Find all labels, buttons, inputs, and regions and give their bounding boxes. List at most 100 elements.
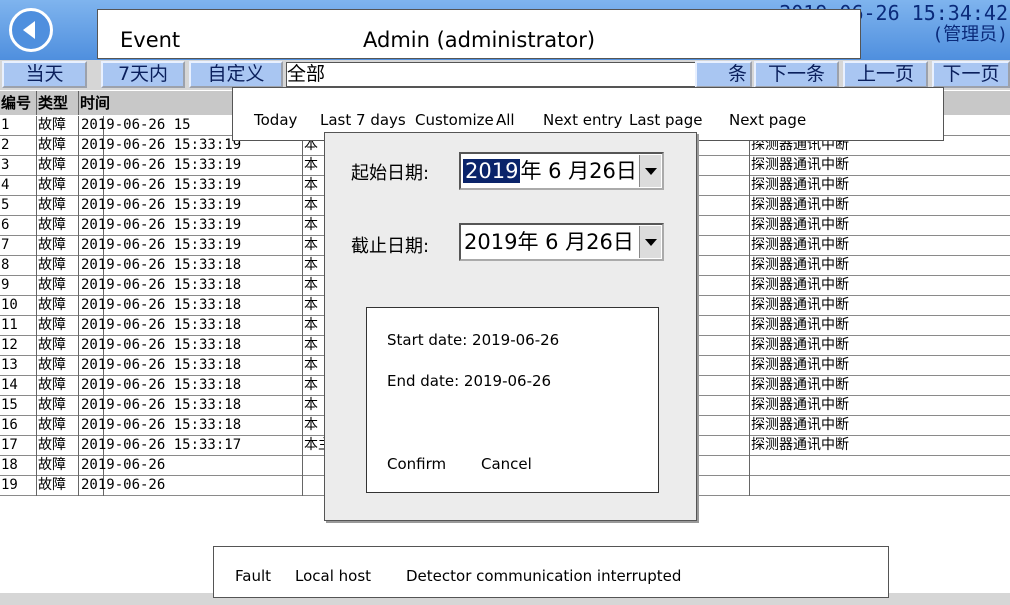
col-divider — [78, 216, 79, 236]
cell-type: 故障 — [38, 317, 66, 333]
cell-time: 2019-06-26 — [81, 477, 166, 493]
overlay-next-entry: Next entry — [543, 111, 623, 129]
col-divider — [78, 416, 79, 436]
end-date-picker[interactable]: 2019年 6 月26日 — [459, 223, 664, 261]
cell-id: 10 — [1, 297, 18, 313]
cell-desc: 探测器通讯中断 — [751, 197, 849, 213]
cell-type: 故障 — [38, 177, 66, 193]
prev-page-button[interactable]: 上一页 — [843, 61, 928, 88]
cell-time: 2019-06-26 15:33:18 — [81, 337, 242, 353]
col-divider — [749, 156, 750, 176]
col-divider — [78, 316, 79, 336]
cell-id: 13 — [1, 357, 18, 373]
col-divider — [749, 316, 750, 336]
col-id-header: 编号 — [1, 94, 32, 112]
cell-id: 15 — [1, 397, 18, 413]
cell-time: 2019-06-26 15:33:18 — [81, 377, 242, 393]
col-divider — [36, 356, 37, 376]
col-divider — [36, 156, 37, 176]
cell-time: 2019-06-26 15:33:19 — [81, 157, 242, 173]
cell-type: 故障 — [38, 237, 66, 253]
cell-time: 2019-06-26 15:33:18 — [81, 317, 242, 333]
cell-time: 2019-06-26 15:33:18 — [81, 257, 242, 273]
col-divider — [78, 336, 79, 356]
back-arrow-icon — [23, 21, 35, 39]
cell-id: 5 — [1, 197, 10, 213]
cell-id: 19 — [1, 477, 18, 493]
start-year-field[interactable]: 2019 — [463, 159, 521, 183]
cell-time: 2019-06-26 15:33:18 — [81, 297, 242, 313]
end-date-label: 截止日期: — [351, 236, 430, 257]
col-divider — [36, 456, 37, 476]
cell-type: 故障 — [38, 357, 66, 373]
col-divider — [78, 136, 79, 156]
cell-time: 2019-06-26 15:33:18 — [81, 277, 242, 293]
col-divider — [749, 476, 750, 496]
cell-type: 故障 — [38, 217, 66, 233]
today-button[interactable]: 当天 — [2, 61, 87, 88]
cell-type: 故障 — [38, 457, 66, 473]
cell-id: 8 — [1, 257, 10, 273]
cell-desc: 探测器通讯中断 — [751, 437, 849, 453]
cell-time: 2019-06-26 — [81, 457, 166, 473]
cell-id: 9 — [1, 277, 10, 293]
back-button[interactable] — [9, 8, 53, 52]
cell-id: 17 — [1, 437, 18, 453]
cell-time: 2019-06-26 15:33:18 — [81, 357, 242, 373]
customize-button[interactable]: 自定义 — [189, 61, 283, 88]
col-time-header: 时间 — [80, 94, 111, 112]
col-divider — [78, 256, 79, 276]
start-date-rest: 年 6 月26日 — [520, 159, 637, 183]
end-date-text: End date: 2019-06-26 — [387, 372, 552, 390]
cell-type: 故障 — [38, 477, 66, 493]
col-divider — [749, 196, 750, 216]
next-entry-button[interactable]: 下一条 — [754, 61, 839, 88]
cancel-button[interactable]: Cancel — [481, 455, 532, 473]
next-entry-button-edge[interactable]: 条 — [695, 61, 752, 88]
col-divider — [78, 456, 79, 476]
col-divider — [749, 236, 750, 256]
cell-id: 2 — [1, 137, 10, 153]
overlay-next-page: Next page — [729, 111, 807, 129]
col-divider — [36, 416, 37, 436]
cell-desc: 探测器通讯中断 — [751, 297, 849, 313]
cell-id: 3 — [1, 157, 10, 173]
start-date-picker[interactable]: 2019年 6 月26日 — [459, 152, 664, 190]
next-page-button[interactable]: 下一页 — [932, 61, 1010, 88]
overlay-today: Today — [254, 111, 298, 129]
chevron-down-icon[interactable] — [639, 155, 661, 187]
col-divider — [78, 176, 79, 196]
col-divider — [78, 396, 79, 416]
col-divider — [78, 376, 79, 396]
cell-desc: 探测器通讯中断 — [751, 157, 849, 173]
cell-type: 故障 — [38, 337, 66, 353]
confirm-button[interactable]: Confirm — [387, 455, 446, 473]
col-divider — [36, 256, 37, 276]
col-divider — [749, 356, 750, 376]
cell-type: 故障 — [38, 417, 66, 433]
overlay-all: All — [496, 111, 515, 129]
chevron-down-icon[interactable] — [639, 226, 661, 258]
filter-field[interactable] — [325, 62, 695, 87]
cell-time: 2019-06-26 15:33:19 — [81, 177, 242, 193]
col-divider — [749, 376, 750, 396]
col-divider — [749, 456, 750, 476]
col-divider — [36, 376, 37, 396]
filter-select[interactable]: 全部 — [286, 62, 326, 87]
cell-id: 18 — [1, 457, 18, 473]
end-date-value: 2019年 6 月26日 — [464, 230, 634, 254]
col-divider — [78, 296, 79, 316]
col-divider — [749, 276, 750, 296]
col-divider — [78, 116, 79, 136]
cell-type: 故障 — [38, 157, 66, 173]
col-divider — [36, 276, 37, 296]
cell-id: 4 — [1, 177, 10, 193]
col-divider — [749, 296, 750, 316]
col-divider — [78, 196, 79, 216]
cell-desc — [751, 476, 1010, 495]
cell-type: 故障 — [38, 277, 66, 293]
cell-type: 故障 — [38, 137, 66, 153]
col-divider — [36, 236, 37, 256]
last-7-days-button[interactable]: 7天内 — [101, 61, 185, 88]
cell-desc: 探测器通讯中断 — [751, 357, 849, 373]
